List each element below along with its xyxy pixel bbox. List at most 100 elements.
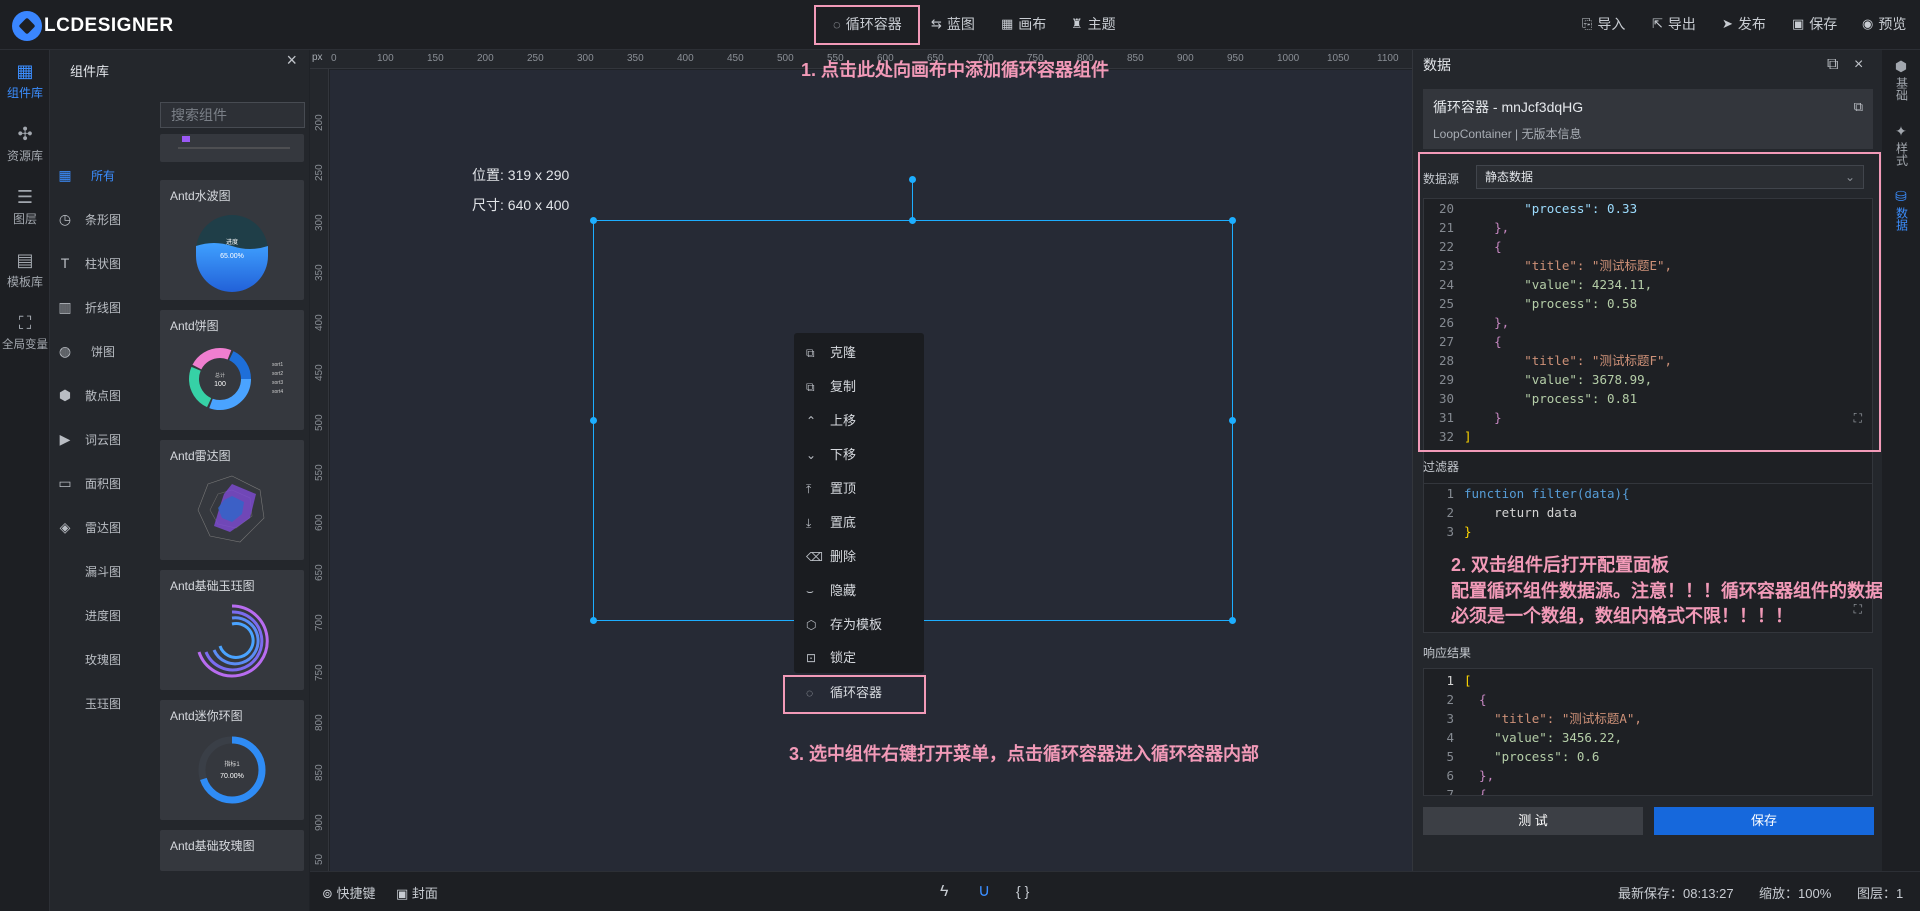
search-input[interactable] — [160, 102, 305, 128]
category-item[interactable]: 面积图 — [78, 475, 128, 492]
resize-handle-tr[interactable] — [1229, 217, 1236, 224]
menu-item-lock[interactable]: ⊡ 锁定 — [794, 643, 924, 673]
menu-item-move-down[interactable]: ⌄ 下移 — [794, 440, 924, 470]
rail-data[interactable]: ⛁ 数据 — [1882, 189, 1920, 234]
rotate-handle[interactable] — [909, 176, 916, 183]
layers-icon: ☰ — [16, 187, 34, 207]
menu-item-loop-container[interactable]: ◌ 循环容器 — [794, 678, 924, 708]
category-item[interactable]: 柱状图 — [78, 255, 128, 272]
diamond-icon[interactable]: ◈ — [57, 519, 73, 535]
map-icon[interactable]: ▥ — [57, 299, 73, 315]
detach-icon[interactable]: ⧉ — [1827, 56, 1838, 74]
cube-icon[interactable]: ⬢ — [57, 387, 73, 403]
category-item[interactable]: 漏斗图 — [78, 563, 128, 580]
menu-item-copy[interactable]: ⧉ 复制 — [794, 372, 924, 402]
category-item[interactable]: 饼图 — [78, 343, 128, 360]
test-button[interactable]: 测 试 — [1423, 807, 1643, 835]
nav-canvas[interactable]: ▦ 画布 — [1001, 14, 1046, 34]
annotation-step-2-body: 配置循环组件数据源。注意！！！循环容器组件的数据 — [1451, 581, 1883, 601]
rail-global-variables[interactable]: ⛶ 全局变量 — [0, 312, 50, 352]
nav-loop-container[interactable]: ◌ 循环容器 — [833, 14, 902, 34]
grid-icon[interactable]: ▦ — [57, 167, 73, 183]
category-item[interactable]: 玫瑰图 — [78, 651, 128, 668]
video-icon[interactable]: ▶ — [57, 431, 73, 447]
rail-layers[interactable]: ☰ 图层 — [0, 186, 50, 227]
component-card-rose[interactable]: Antd基础玫瑰图 — [160, 830, 304, 871]
rail-component-library[interactable]: ▦ 组件库 — [0, 60, 50, 101]
resize-handle-bl[interactable] — [590, 617, 597, 624]
rail-resource-library[interactable]: ✣ 资源库 — [0, 123, 50, 164]
fullscreen-icon[interactable]: ⛶ — [1854, 602, 1862, 617]
fullscreen-icon[interactable]: ⛶ — [1854, 411, 1862, 426]
menu-item-move-up[interactable]: ⌃ 上移 — [794, 406, 924, 436]
nav-theme[interactable]: ♜ 主题 — [1071, 14, 1116, 34]
resize-handle-t[interactable] — [909, 217, 916, 224]
code-line: 5 "process": 0.6 — [1446, 749, 1600, 764]
pie-legend-item: sort4 — [272, 389, 283, 395]
menu-item-clone[interactable]: ⧉ 克隆 — [794, 338, 924, 368]
resize-handle-br[interactable] — [1229, 617, 1236, 624]
category-item[interactable]: 词云图 — [78, 431, 128, 448]
lightning-icon[interactable]: ϟ — [940, 883, 948, 901]
save-config-button[interactable]: 保存 — [1654, 807, 1874, 835]
category-item[interactable]: 进度图 — [78, 607, 128, 624]
menu-item-delete[interactable]: ⌫ 删除 — [794, 542, 924, 572]
category-item[interactable]: 折线图 — [78, 299, 128, 316]
category-item[interactable]: 雷达图 — [78, 519, 128, 536]
ruler-tick: 450 — [314, 364, 325, 381]
code-braces-icon[interactable]: { } — [1016, 883, 1029, 899]
rail-style[interactable]: ✦ 样式 — [1882, 124, 1920, 169]
component-card-radar[interactable]: Antd雷达图 — [160, 440, 304, 560]
save-button[interactable]: ▣ 保存 — [1792, 14, 1837, 34]
component-card-mini-ring[interactable]: Antd迷你环图 指标1 70.00% — [160, 700, 304, 820]
pie-chart-thumbnail: 总计 100 sort1 sort2 sort3 sort4 — [189, 348, 283, 410]
menu-item-send-bottom[interactable]: ⤓ 置底 — [794, 508, 924, 538]
text-icon[interactable]: T — [57, 255, 73, 271]
response-label: 响应结果 — [1423, 646, 1472, 660]
export-button[interactable]: ⇱ 导出 — [1652, 14, 1696, 34]
resize-handle-r[interactable] — [1229, 417, 1236, 424]
component-card-radial-bar[interactable]: Antd基础玉珏图 — [160, 570, 304, 690]
app-logo[interactable]: LCDESIGNER — [12, 11, 174, 41]
close-icon[interactable]: × — [286, 50, 297, 71]
resize-handle-l[interactable] — [590, 417, 597, 424]
ruler-tick: 350 — [627, 53, 644, 64]
component-subtitle: LoopContainer | 无版本信息 — [1433, 127, 1582, 141]
shortcuts-button[interactable]: ⊚ 快捷键 — [322, 883, 376, 902]
lock-icon: ⊡ — [806, 651, 817, 665]
ruler-tick: 900 — [1177, 53, 1194, 64]
ruler-tick: 50 — [314, 853, 325, 865]
close-icon[interactable]: × — [1854, 56, 1863, 74]
resize-handle-tl[interactable] — [590, 217, 597, 224]
rail-template-library[interactable]: ▤ 模板库 — [0, 249, 50, 290]
ruler-tick: 250 — [527, 53, 544, 64]
preview-button[interactable]: ◉ 预览 — [1862, 14, 1906, 34]
category-item[interactable]: 条形图 — [78, 211, 128, 228]
menu-item-hide[interactable]: ⌣ 隐藏 — [794, 576, 924, 606]
component-card-partial[interactable] — [160, 134, 304, 162]
magnet-icon[interactable]: ∪ — [978, 881, 990, 901]
ruler-tick: 1050 — [1327, 53, 1350, 64]
category-list: 所有 条形图 柱状图 折线图 饼图 散点图 词云图 面积图 雷达图 漏斗图 进度… — [78, 94, 128, 911]
menu-item-bring-top[interactable]: ⤒ 置顶 — [794, 474, 924, 504]
nav-blueprint[interactable]: ⇆ 蓝图 — [931, 14, 975, 34]
cover-button[interactable]: ▣ 封面 — [396, 883, 438, 902]
ruler-tick: 850 — [1127, 53, 1144, 64]
category-all[interactable]: 所有 — [78, 167, 128, 184]
palette-icon[interactable]: ◍ — [57, 343, 73, 359]
copy-icon[interactable]: ⧉ — [1854, 99, 1863, 115]
component-card-pie[interactable]: Antd饼图 总计 100 sort1 sort2 sort3 sort4 — [160, 310, 304, 430]
publish-button[interactable]: ➤ 发布 — [1722, 14, 1766, 34]
category-item[interactable]: 玉珏图 — [78, 695, 128, 712]
component-card-liquid[interactable]: Antd水波图 进度 65.00% — [160, 180, 304, 300]
ruler-tick: 100 — [377, 53, 394, 64]
datasource-select[interactable]: 静态数据 ⌄ — [1476, 165, 1864, 189]
import-button[interactable]: ⎘ 导入 — [1582, 14, 1625, 34]
clock-icon[interactable]: ◷ — [57, 211, 73, 227]
rail-basic[interactable]: ⬢ 基础 — [1882, 59, 1920, 104]
data-editor[interactable]: 20 "process": 0.33 21 }, 22 { 23 "title"… — [1423, 198, 1873, 503]
category-item[interactable]: 散点图 — [78, 387, 128, 404]
menu-item-save-template[interactable]: ⬡ 存为模板 — [794, 610, 924, 640]
response-viewer[interactable]: 1[ 2 { 3 "title": "测试标题A", 4 "value": 34… — [1423, 668, 1873, 796]
window-icon[interactable]: ▭ — [57, 475, 73, 491]
